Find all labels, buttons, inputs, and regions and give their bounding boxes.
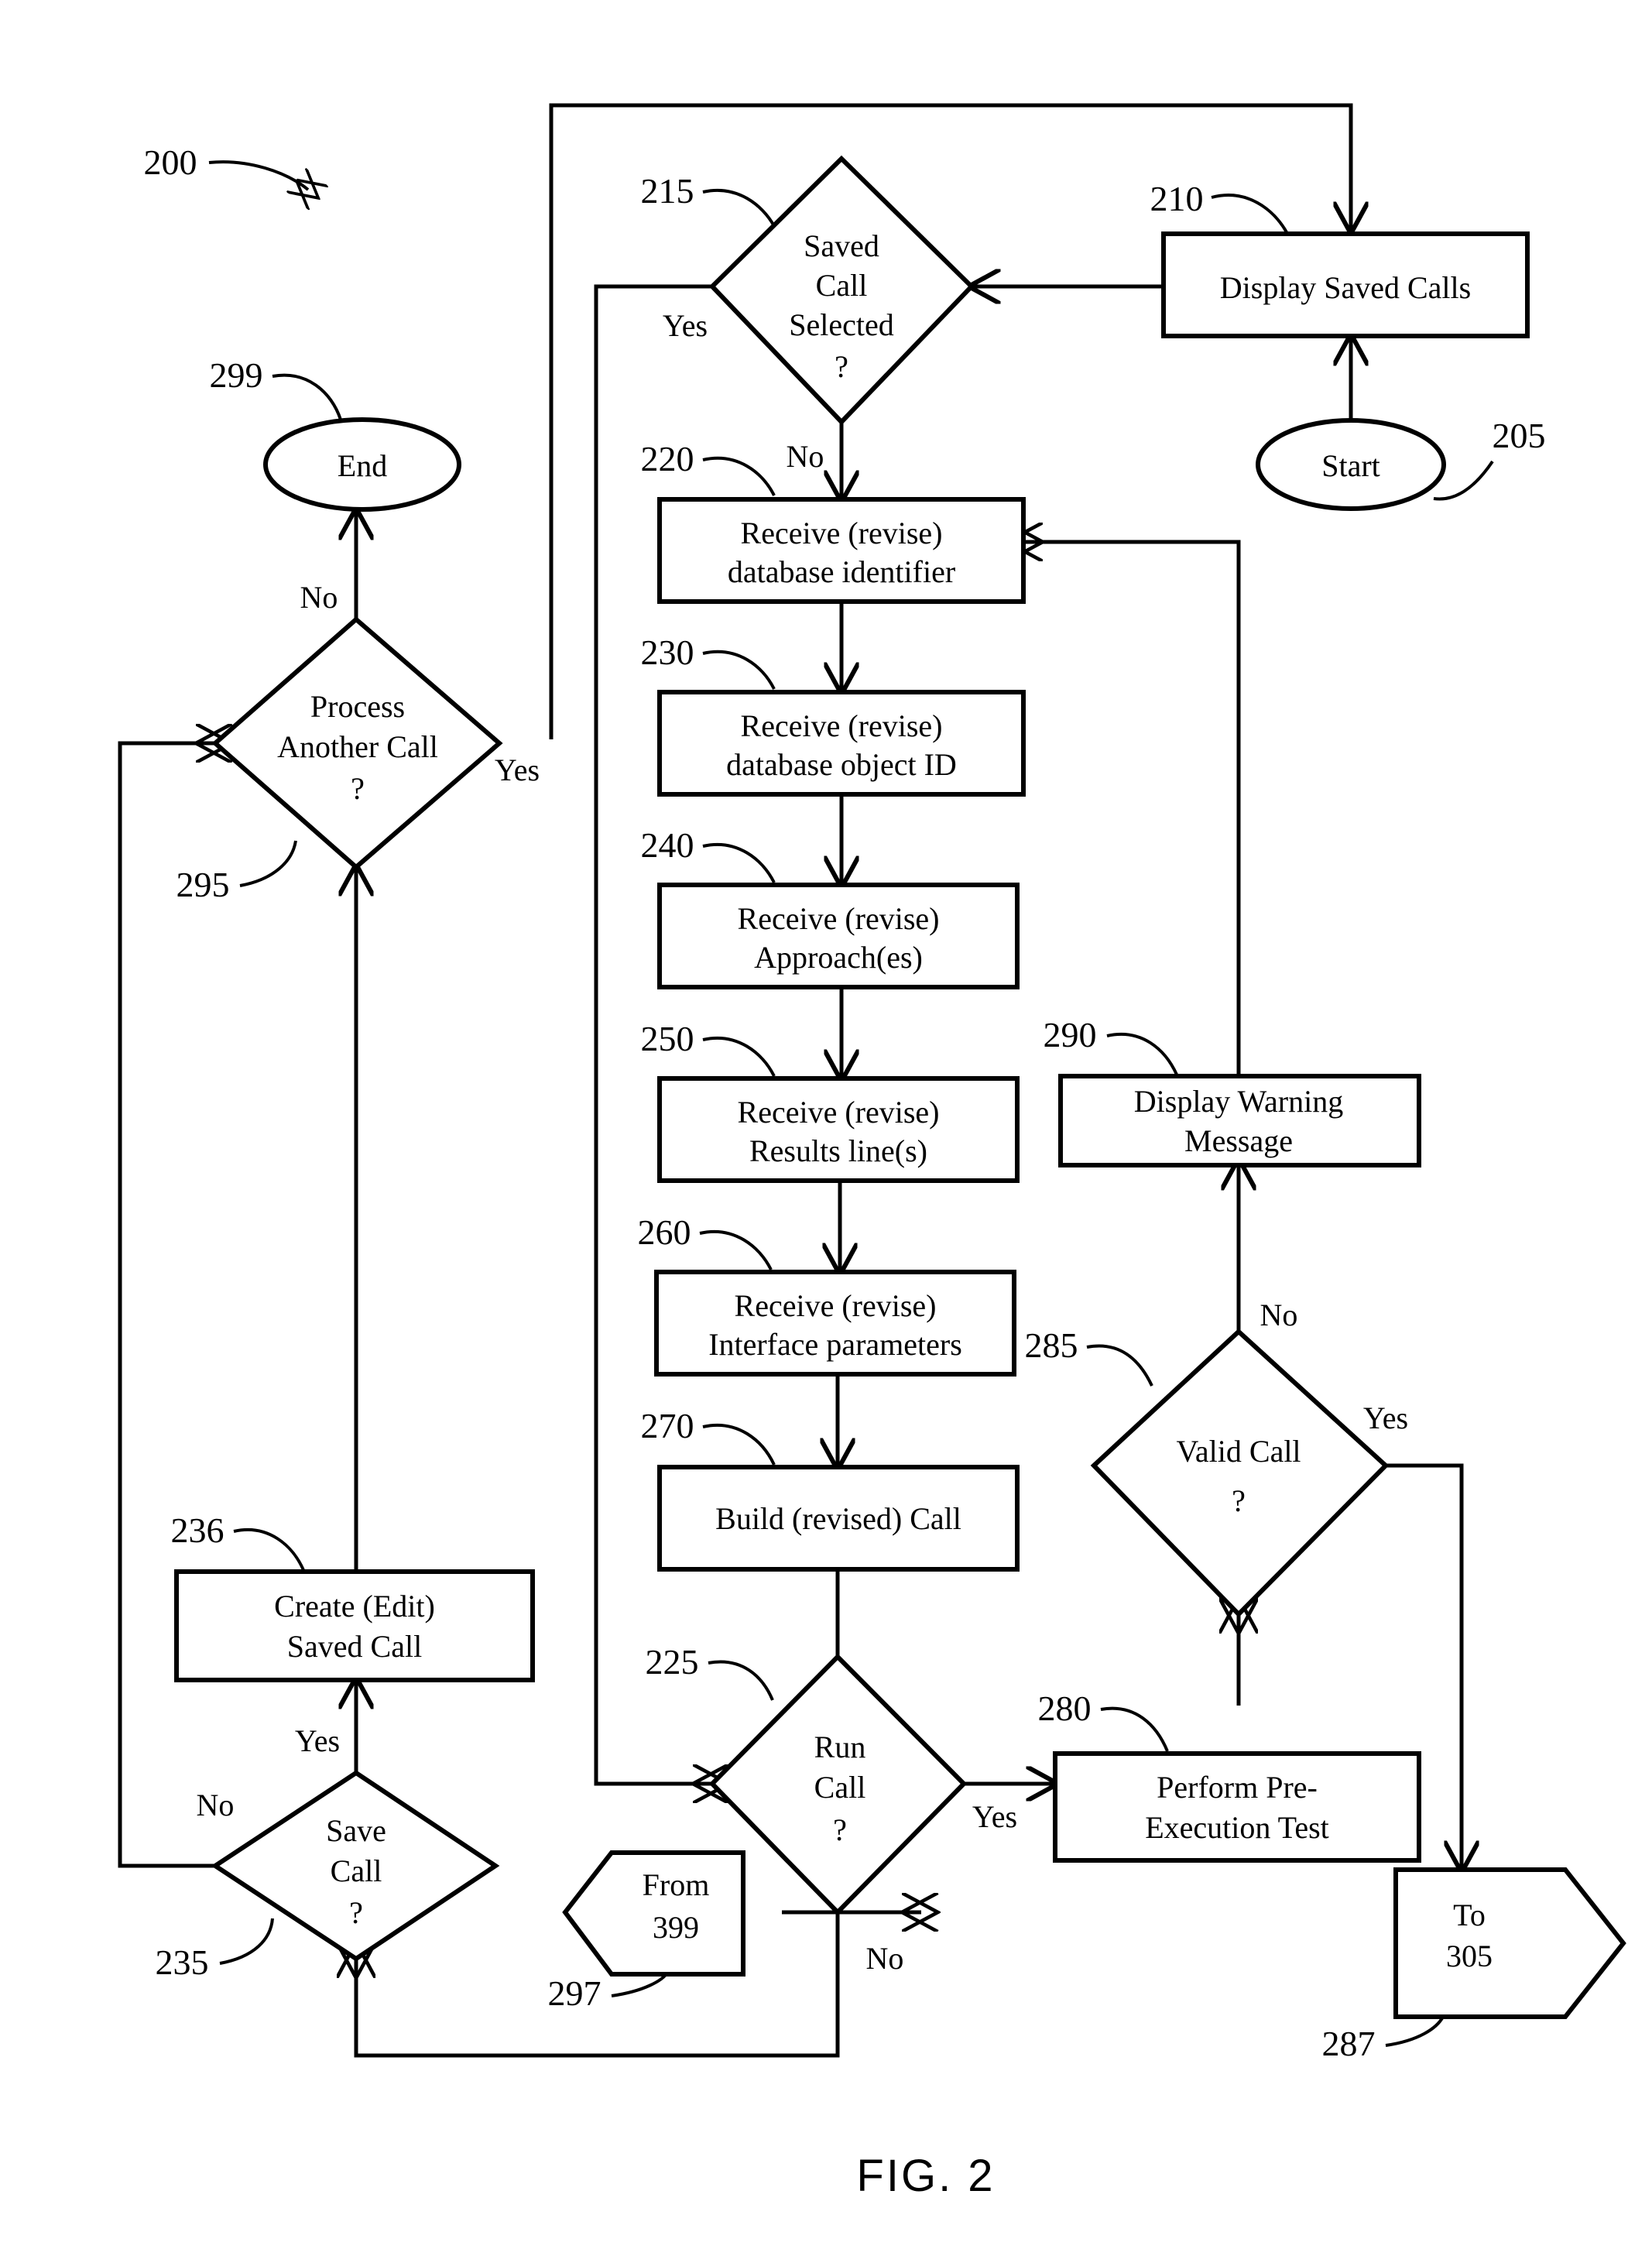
ref-num-260: 260 — [638, 1212, 691, 1252]
leader-299 — [272, 373, 342, 420]
node-to-305-line1: To — [1453, 1898, 1486, 1932]
node-receive-interface-parameters-line1: Receive (revise) — [735, 1288, 937, 1323]
node-perform-pre-execution-test-line1: Perform Pre- — [1157, 1770, 1318, 1805]
leader-290 — [1106, 1032, 1178, 1075]
node-create-edit-saved-call-line2: Saved Call — [287, 1629, 422, 1664]
node-valid-call-line1: Valid Call — [1176, 1434, 1301, 1469]
node-from-399-line1: From — [643, 1867, 710, 1902]
node-receive-approaches-line2: Approach(es) — [754, 940, 923, 975]
edge-display-warning-message-to-receive-db-identifier — [1023, 542, 1241, 1076]
node-save-call-line2: Call — [331, 1853, 382, 1888]
branch-label-valid-call-yes: Yes — [1363, 1401, 1408, 1435]
node-to-305[interactable] — [1393, 1867, 1626, 2019]
node-receive-db-identifier-line1: Receive (revise) — [741, 516, 943, 550]
node-saved-call-selected-line4: ? — [835, 349, 848, 384]
node-display-warning-message-line1: Display Warning — [1134, 1084, 1343, 1119]
edge-save-call-no-to-process-another-call — [118, 743, 215, 1868]
node-valid-call-line2: ? — [1232, 1483, 1246, 1518]
leader-215 — [702, 188, 776, 227]
leader-287 — [1385, 2015, 1445, 2047]
leader-220 — [702, 456, 776, 496]
node-run-call-line2: Call — [814, 1770, 866, 1805]
branch-label-save-call-yes: Yes — [295, 1723, 340, 1758]
ref-num-210: 210 — [1150, 179, 1204, 218]
leader-236 — [233, 1528, 305, 1571]
node-start-label: Start — [1321, 448, 1380, 483]
node-receive-approaches-line1: Receive (revise) — [738, 901, 940, 936]
node-run-call-line1: Run — [814, 1730, 866, 1764]
node-run-call-line3: ? — [833, 1812, 847, 1847]
node-save-call-line3: ? — [349, 1895, 363, 1930]
node-process-another-call-line2: Another Call — [277, 729, 438, 764]
ref-num-295: 295 — [177, 865, 230, 904]
leader-250 — [702, 1036, 776, 1077]
node-from-399-line2: 399 — [653, 1910, 699, 1945]
leader-280 — [1100, 1706, 1169, 1752]
ref-num-205: 205 — [1493, 416, 1546, 455]
leader-210 — [1211, 194, 1288, 233]
figure-caption: FIG. 2 — [856, 2151, 995, 2201]
node-receive-db-object-id-line2: database object ID — [726, 747, 957, 782]
leader-270 — [702, 1423, 776, 1466]
leader-240 — [702, 842, 776, 883]
ref-num-297: 297 — [548, 1973, 602, 2013]
node-build-revised-call-label: Build (revised) Call — [715, 1501, 961, 1536]
node-receive-results-lines-line1: Receive (revise) — [738, 1095, 940, 1130]
node-saved-call-selected-line2: Call — [816, 268, 868, 303]
ref-num-299: 299 — [210, 355, 263, 395]
ref-num-280: 280 — [1038, 1689, 1092, 1728]
leader-285 — [1086, 1344, 1153, 1387]
node-receive-db-object-id-line1: Receive (revise) — [741, 708, 943, 743]
node-perform-pre-execution-test-line2: Execution Test — [1145, 1810, 1329, 1845]
branch-label-save-call-no: No — [197, 1788, 235, 1822]
node-end-label: End — [338, 448, 387, 483]
ref-num-236: 236 — [171, 1510, 224, 1550]
branch-label-saved-call-selected-yes: Yes — [663, 308, 708, 343]
node-receive-interface-parameters-line2: Interface parameters — [708, 1327, 962, 1362]
node-receive-results-lines-line2: Results line(s) — [749, 1133, 927, 1168]
branch-label-saved-call-selected-no: No — [787, 439, 824, 474]
leader-225 — [708, 1660, 774, 1701]
ref-num-235: 235 — [156, 1942, 209, 1982]
ref-num-285: 285 — [1025, 1325, 1078, 1365]
branch-label-valid-call-no: No — [1260, 1298, 1298, 1332]
node-create-edit-saved-call[interactable] — [174, 1569, 535, 1682]
ref-num-290: 290 — [1044, 1015, 1097, 1054]
branch-label-run-call-yes: Yes — [972, 1799, 1017, 1834]
ref-num-250: 250 — [641, 1019, 694, 1058]
leader-200 — [208, 160, 308, 190]
ref-num-220: 220 — [641, 439, 694, 478]
ref-num-270: 270 — [641, 1406, 694, 1445]
ref-num-287: 287 — [1322, 2024, 1376, 2063]
figure-root: Start Display Saved Calls Saved Call Sel… — [0, 0, 1652, 2256]
branch-label-run-call-no: No — [866, 1941, 904, 1976]
node-save-call-line1: Save — [326, 1813, 386, 1848]
node-saved-call-selected-line3: Selected — [789, 307, 894, 342]
flowchart-canvas: Start Display Saved Calls Saved Call Sel… — [118, 103, 1626, 2201]
leader-295 — [239, 840, 297, 887]
node-receive-db-identifier-line2: database identifier — [728, 554, 955, 589]
ref-num-225: 225 — [646, 1642, 699, 1682]
ref-num-215: 215 — [641, 171, 694, 211]
leader-235 — [219, 1918, 274, 1965]
node-valid-call[interactable] — [1090, 1328, 1390, 1618]
node-create-edit-saved-call-line1: Create (Edit) — [274, 1589, 435, 1623]
node-process-another-call-line3: ? — [351, 771, 365, 806]
node-process-another-call-line1: Process — [310, 689, 405, 724]
node-display-warning-message-line2: Message — [1184, 1123, 1293, 1158]
ref-num-240: 240 — [641, 825, 694, 865]
node-to-305-line2: 305 — [1446, 1939, 1493, 1973]
leader-260 — [699, 1229, 773, 1270]
branch-label-process-another-call-no: No — [300, 580, 338, 615]
ref-num-230: 230 — [641, 633, 694, 672]
ref-num-200: 200 — [144, 142, 197, 182]
branch-label-process-another-call-yes: Yes — [495, 753, 540, 787]
node-saved-call-selected-line1: Saved — [804, 228, 879, 263]
node-display-saved-calls-label: Display Saved Calls — [1220, 270, 1471, 305]
leader-230 — [702, 650, 776, 690]
